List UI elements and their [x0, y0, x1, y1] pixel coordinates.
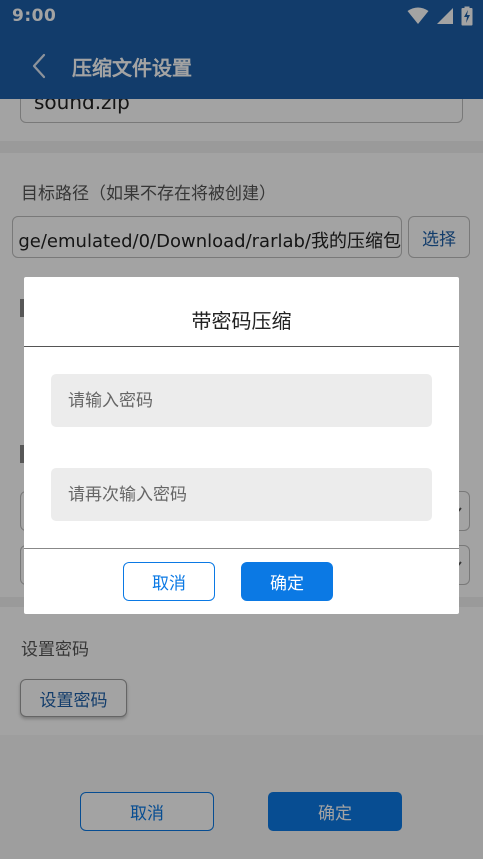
password-input[interactable] [51, 374, 432, 427]
dialog-cancel-button[interactable]: 取消 [123, 562, 215, 601]
dialog-divider [24, 548, 459, 549]
dialog-ok-button[interactable]: 确定 [241, 562, 333, 601]
password-dialog: 带密码压缩 取消 确定 [24, 277, 459, 614]
dialog-divider [24, 346, 459, 347]
dialog-title: 带密码压缩 [191, 309, 292, 333]
confirm-password-input[interactable] [51, 468, 432, 521]
